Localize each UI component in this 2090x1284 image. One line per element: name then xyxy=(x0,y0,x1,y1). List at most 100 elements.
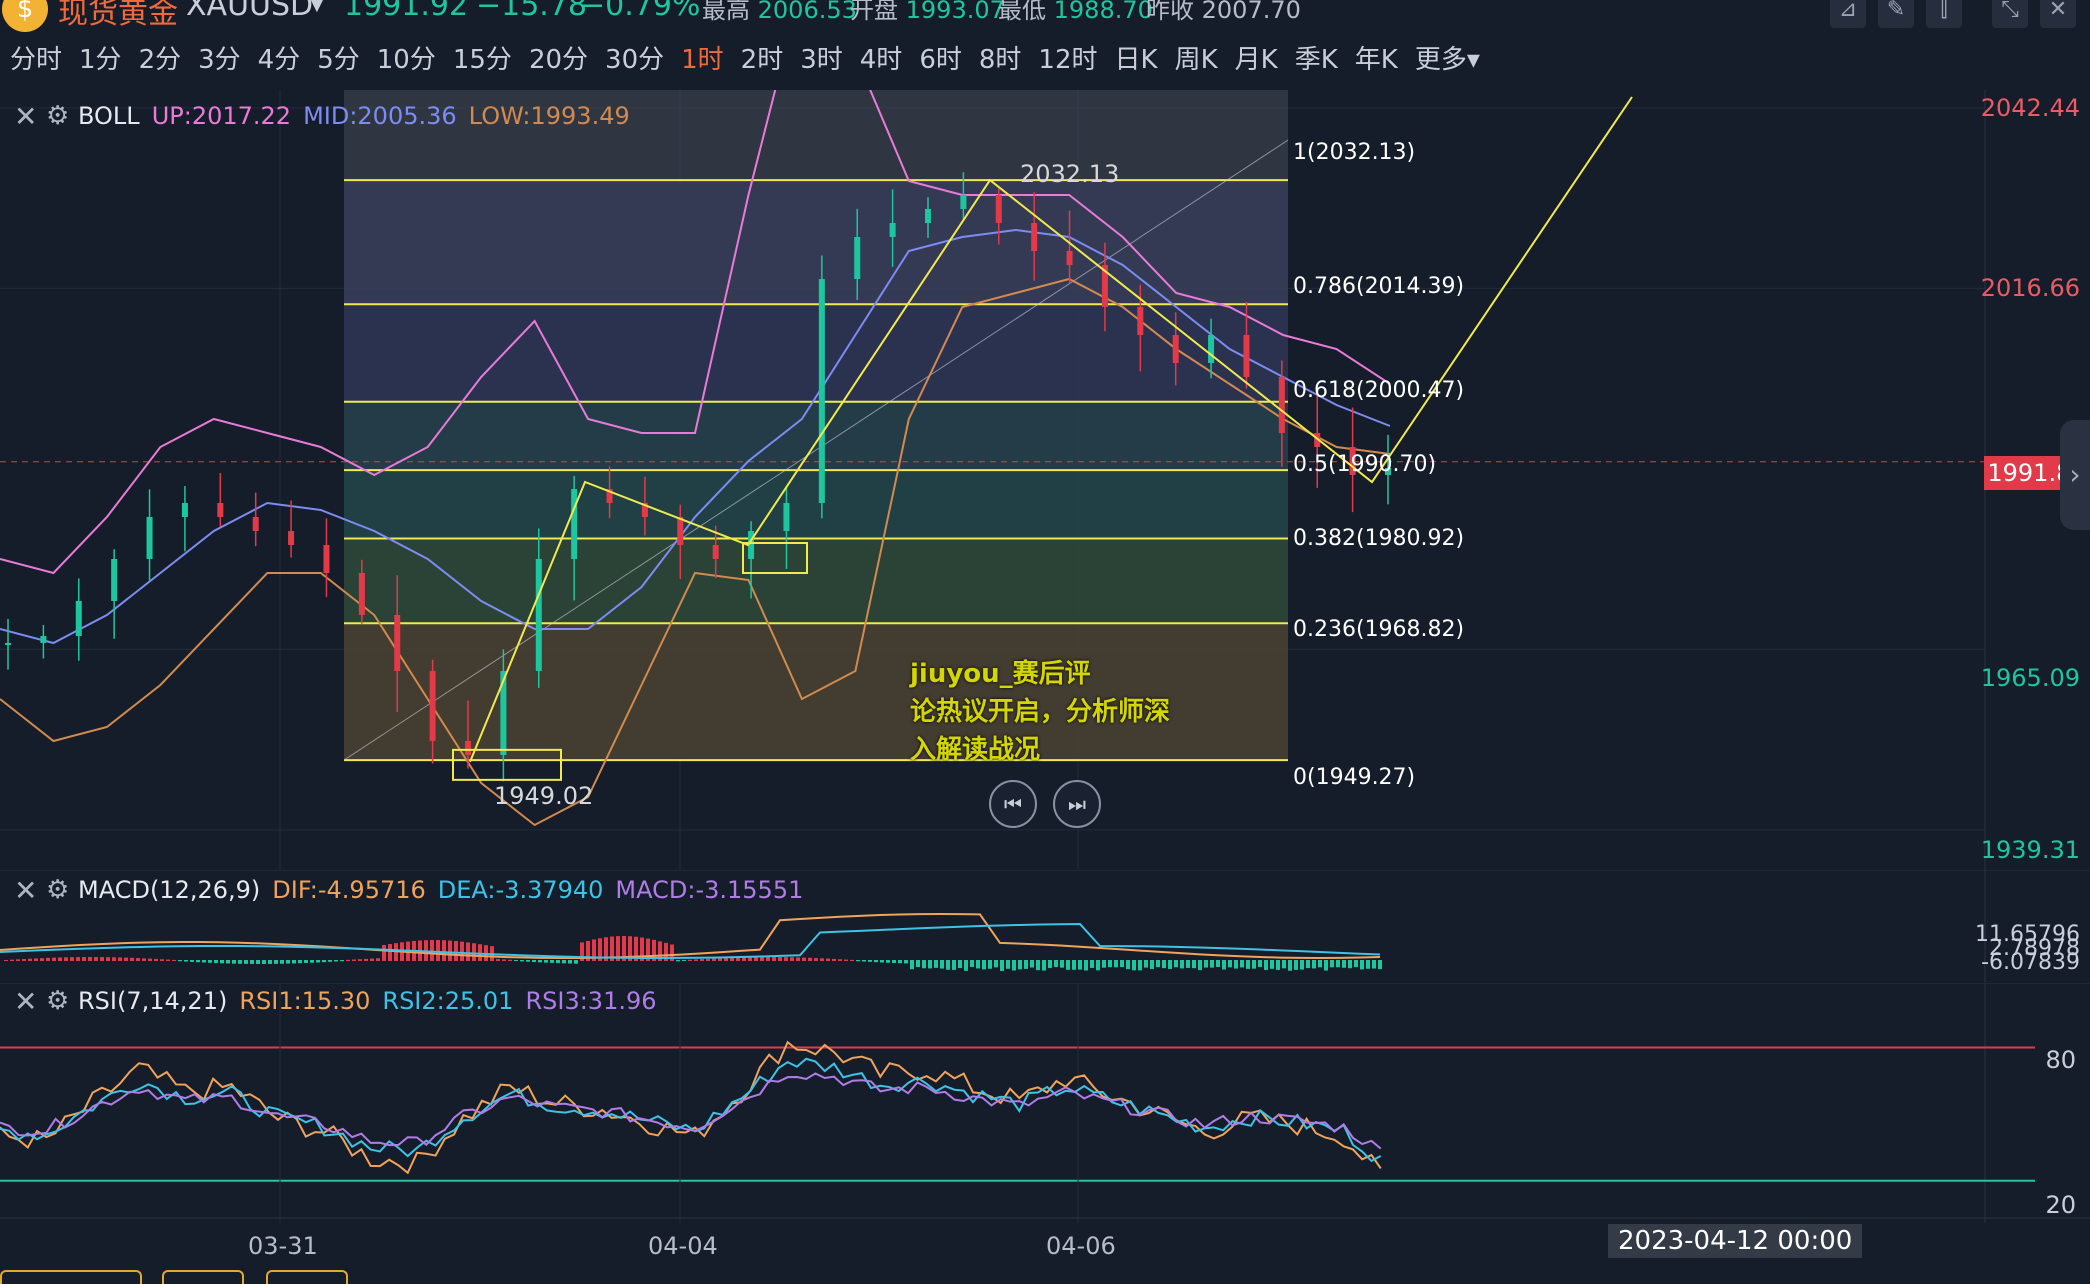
candle-icon[interactable]: ⫿ xyxy=(1926,0,1962,28)
macd-histogram-bar xyxy=(772,957,776,961)
close-indicator-icon[interactable]: ✕ xyxy=(14,874,46,907)
close-indicator-icon[interactable]: ✕ xyxy=(14,100,46,133)
date-axis-label: 04-04 xyxy=(648,1232,718,1260)
macd-histogram-bar xyxy=(214,960,218,964)
period-tab[interactable]: 3时 xyxy=(790,40,850,80)
macd-histogram-bar xyxy=(1246,960,1250,969)
indicator-tab[interactable] xyxy=(266,1270,348,1284)
period-tab[interactable]: 周K xyxy=(1165,40,1225,80)
macd-histogram-bar xyxy=(292,960,296,964)
macd-histogram-bar xyxy=(826,958,830,961)
settings-gear-icon[interactable]: ⚙ xyxy=(46,101,78,131)
macd-histogram-bar xyxy=(1042,960,1046,971)
indicator-tab[interactable] xyxy=(0,1270,142,1284)
macd-histogram-bar xyxy=(766,957,770,961)
period-tab[interactable]: 分时 xyxy=(0,40,69,80)
macd-histogram-bar xyxy=(352,959,356,961)
macd-panel[interactable]: ✕ ⚙ MACD(12,26,9) DIF:-4.95716 DEA:-3.37… xyxy=(0,869,2090,982)
macd-histogram-bar xyxy=(1144,960,1148,968)
macd-histogram-bar xyxy=(538,960,542,963)
close-icon[interactable]: ✕ xyxy=(2040,0,2076,28)
period-tab[interactable]: 15分 xyxy=(443,40,519,80)
period-tab[interactable]: 4分 xyxy=(248,40,308,80)
fib-zone xyxy=(344,538,1288,624)
rsi1-value: RSI1:15.30 xyxy=(239,987,371,1015)
period-tab[interactable]: 2时 xyxy=(731,40,791,80)
macd-histogram-bar xyxy=(1000,960,1004,971)
fib-level-label: 0.236(1968.82) xyxy=(1293,617,1465,642)
rsi-panel[interactable]: ✕ ⚙ RSI(7,14,21) RSI1:15.30 RSI2:25.01 R… xyxy=(0,982,2090,1223)
macd-histogram-bar xyxy=(4,960,8,961)
skip-forward-button[interactable]: ⏭ xyxy=(1053,780,1101,828)
macd-axis-label: -6.07839 xyxy=(1981,950,2080,975)
caret-down-icon[interactable]: ▼ xyxy=(310,0,324,15)
shrink-icon[interactable]: ⤡ xyxy=(1992,0,2028,28)
draw-icon[interactable]: ✎ xyxy=(1878,0,1914,28)
macd-histogram-bar xyxy=(784,957,788,961)
macd-histogram-bar xyxy=(322,960,326,963)
macd-histogram-bar xyxy=(346,959,350,961)
indicator-tab[interactable] xyxy=(162,1270,244,1284)
macd-histogram-bar xyxy=(376,958,380,961)
macd-histogram-bar xyxy=(496,959,500,961)
stat-open: 开盘 1993.07 xyxy=(850,0,1005,24)
macd-histogram-bar xyxy=(760,957,764,961)
macd-histogram-bar xyxy=(358,959,362,961)
period-tab[interactable]: 30分 xyxy=(595,40,671,80)
macd-histogram-bar xyxy=(832,958,836,961)
candle-body xyxy=(429,671,436,741)
candle-body xyxy=(1172,335,1179,363)
period-tab[interactable]: 20分 xyxy=(519,40,595,80)
period-tab[interactable]: 日K xyxy=(1105,40,1165,80)
macd-histogram-bar xyxy=(124,957,128,961)
period-tab[interactable]: 4时 xyxy=(850,40,910,80)
period-tab[interactable]: 2分 xyxy=(129,40,189,80)
period-tab[interactable]: 8时 xyxy=(969,40,1029,80)
rsi-chart[interactable] xyxy=(0,982,2090,1223)
settings-gear-icon[interactable]: ⚙ xyxy=(46,875,78,905)
expand-panel-button[interactable]: › xyxy=(2060,420,2090,530)
macd-dea: DEA:-3.37940 xyxy=(437,876,604,904)
skip-back-button[interactable]: ⏮ xyxy=(989,780,1037,828)
period-tab[interactable]: 季K xyxy=(1285,40,1345,80)
price-axis-label: 1939.31 xyxy=(1980,836,2080,864)
macd-histogram-bar xyxy=(388,944,392,961)
candle-body xyxy=(465,741,471,755)
symbol-selector[interactable]: XAUUSD xyxy=(186,0,313,23)
candle-body xyxy=(75,601,82,636)
macd-histogram-bar xyxy=(304,960,308,963)
period-tab[interactable]: 3分 xyxy=(188,40,248,80)
indicator-name: BOLL xyxy=(78,102,140,130)
macd-histogram-bar xyxy=(70,957,74,961)
candle-body xyxy=(394,615,401,671)
candle-body xyxy=(181,503,188,517)
period-tab[interactable]: 10分 xyxy=(367,40,443,80)
more-periods-dropdown[interactable]: 更多▾ xyxy=(1405,40,1487,80)
macd-histogram-bar xyxy=(1006,960,1010,969)
chart-type-icon[interactable]: ⊿ xyxy=(1830,0,1866,28)
macd-histogram-bar xyxy=(724,957,728,961)
crosshair-time-badge: 2023-04-12 00:00 xyxy=(1608,1224,1863,1258)
period-tab[interactable]: 12时 xyxy=(1028,40,1104,80)
macd-histogram-bar xyxy=(148,958,152,961)
period-tab[interactable]: 年K xyxy=(1345,40,1405,80)
main-chart-panel[interactable]: ✕ ⚙ BOLL UP:2017.22 MID:2005.36 LOW:1993… xyxy=(0,0,2090,870)
macd-histogram-bar xyxy=(1366,960,1370,969)
stat-high: 最高 2006.53 xyxy=(702,0,857,24)
period-tab[interactable]: 月K xyxy=(1225,40,1285,80)
candle-body xyxy=(889,223,896,237)
candle-body xyxy=(288,531,295,545)
settings-gear-icon[interactable]: ⚙ xyxy=(46,986,78,1016)
close-indicator-icon[interactable]: ✕ xyxy=(14,985,46,1018)
period-tab[interactable]: 5分 xyxy=(307,40,367,80)
period-tab[interactable]: 1分 xyxy=(69,40,129,80)
macd-histogram-bar xyxy=(22,959,26,961)
macd-histogram-bar xyxy=(1318,960,1322,968)
macd-histogram-bar xyxy=(58,957,62,961)
stat-low: 最低 1988.70 xyxy=(998,0,1153,24)
macd-histogram-bar xyxy=(436,940,440,961)
period-tab[interactable]: 1时 xyxy=(671,40,731,80)
period-tab[interactable]: 6时 xyxy=(909,40,969,80)
macd-histogram-bar xyxy=(862,960,866,962)
macd-histogram-bar xyxy=(904,960,908,964)
